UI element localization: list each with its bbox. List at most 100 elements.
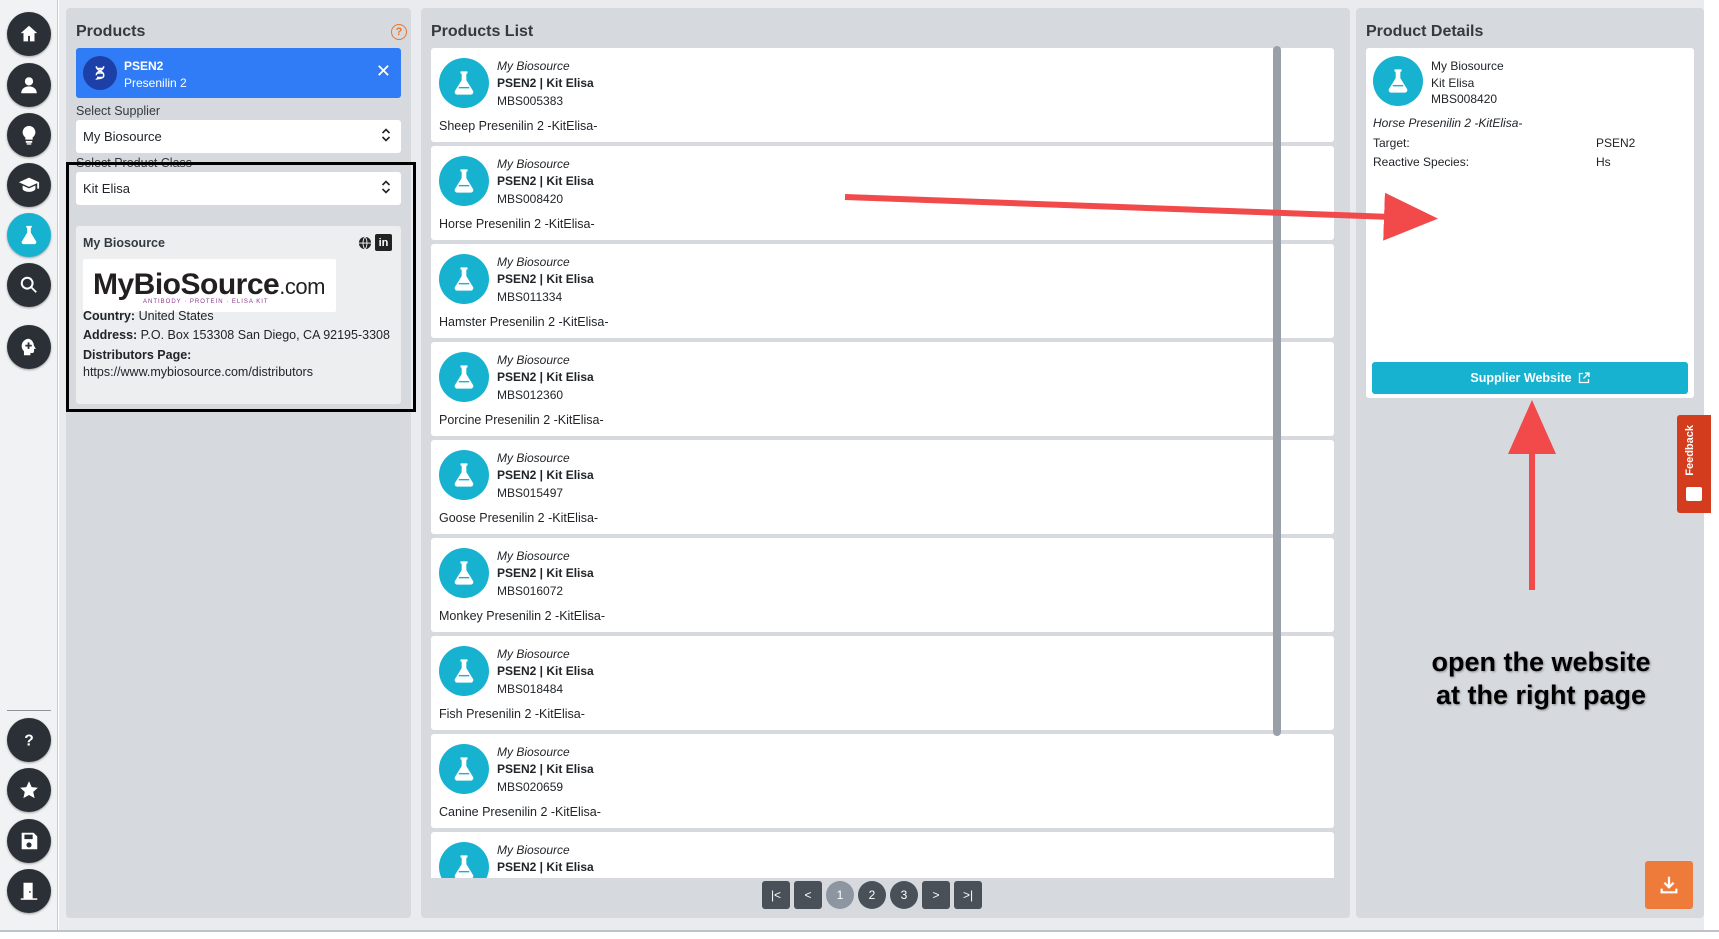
- product-title: PSEN2 | Kit Elisa: [497, 370, 594, 384]
- product-code: MBS015497: [497, 486, 564, 500]
- brain-icon[interactable]: [7, 325, 51, 369]
- product-title: PSEN2 | Kit Elisa: [497, 664, 594, 678]
- gene-symbol: PSEN2: [124, 59, 164, 73]
- question-circle-icon[interactable]: ?: [391, 24, 407, 40]
- detail-description: Horse Presenilin 2 -KitElisa-: [1373, 116, 1523, 130]
- product-supplier: My Biosource: [497, 157, 570, 171]
- product-supplier: My Biosource: [497, 549, 570, 563]
- class-select-label: Select Product Class: [76, 156, 193, 170]
- window-bottom-border: [0, 930, 1719, 932]
- supplier-website-button[interactable]: Supplier Website: [1372, 362, 1688, 394]
- product-title: PSEN2 | Kit Elisa: [497, 272, 594, 286]
- download-icon: [1660, 876, 1678, 894]
- product-description: Canine Presenilin 2 -KitElisa-: [439, 805, 601, 819]
- flask-icon: [439, 450, 489, 500]
- detail-species-value: Hs: [1596, 155, 1611, 169]
- list-scrollbar[interactable]: [1273, 46, 1281, 736]
- supplier-card: My Biosource in MyBioSource.com ANTIBODY…: [76, 226, 401, 404]
- product-card[interactable]: My Biosource PSEN2 | Kit Elisa MBS005383 Sh…: [431, 48, 1334, 142]
- product-description: Sheep Presenilin 2 -KitElisa-: [439, 119, 598, 133]
- rail-divider: [7, 710, 51, 711]
- product-card[interactable]: My Biosource PSEN2 | Kit Elisa MBS015497 Go…: [431, 440, 1334, 534]
- external-link-icon: [1578, 372, 1590, 384]
- product-description: Horse Presenilin 2 -KitElisa-: [439, 217, 595, 231]
- supplier-logo-tagline: ANTIBODY · PROTEIN · ELISA KIT: [143, 299, 269, 305]
- close-icon[interactable]: ✕: [376, 62, 391, 80]
- globe-icon[interactable]: [358, 236, 372, 250]
- product-code: MBS012360: [497, 388, 564, 402]
- first-page-button[interactable]: |<: [762, 881, 790, 909]
- products-list-panel: Products List My Biosource PSEN2 | Kit El…: [421, 8, 1350, 918]
- product-card[interactable]: My Biosource PSEN2 | Kit Elisa MBS011334 Ha…: [431, 244, 1334, 338]
- product-card[interactable]: My Biosource PSEN2 | Kit Elisa MBS018484 Fi…: [431, 636, 1334, 730]
- supplier-logo: MyBioSource.com ANTIBODY · PROTEIN · ELI…: [83, 259, 336, 312]
- selected-gene-chip[interactable]: PSEN2 Presenilin 2 ✕: [76, 48, 401, 98]
- product-title: PSEN2 | Kit Elisa: [497, 468, 594, 482]
- supplier-card-name: My Biosource: [83, 236, 165, 250]
- nav-rail: ?: [0, 0, 58, 930]
- flask-icon: [1373, 56, 1423, 106]
- product-title: PSEN2 | Kit Elisa: [497, 174, 594, 188]
- product-description: Goose Presenilin 2 -KitElisa-: [439, 511, 599, 525]
- prev-page-button[interactable]: <: [794, 881, 822, 909]
- product-description: Monkey Presenilin 2 -KitElisa-: [439, 609, 606, 623]
- product-code: MBS011334: [497, 290, 563, 304]
- product-supplier: My Biosource: [497, 843, 570, 857]
- detail-supplier: My Biosource: [1431, 59, 1504, 73]
- search-icon[interactable]: [7, 263, 51, 307]
- product-code: MBS018484: [497, 682, 564, 696]
- page-3-button[interactable]: 3: [890, 881, 918, 909]
- supplier-select-value: My Biosource: [83, 129, 162, 144]
- distributors-link[interactable]: https://www.mybiosource.com/distributors: [83, 365, 313, 379]
- linkedin-icon[interactable]: in: [375, 234, 392, 251]
- svg-text:?: ?: [24, 733, 34, 750]
- product-card[interactable]: My Biosource PSEN2 | Kit Elisa MBS016072 Mo…: [431, 538, 1334, 632]
- products-list[interactable]: My Biosource PSEN2 | Kit Elisa MBS005383 Sh…: [431, 48, 1334, 878]
- product-code: MBS020659: [497, 780, 564, 794]
- graduation-cap-icon[interactable]: [7, 163, 51, 207]
- product-card[interactable]: My Biosource PSEN2 | Kit Elisa MBS020659 Ca…: [431, 734, 1334, 828]
- product-description: Porcine Presenilin 2 -KitElisa-: [439, 413, 604, 427]
- product-details-panel: Product Details My Biosource Kit Elisa M…: [1356, 8, 1704, 918]
- home-icon[interactable]: [7, 12, 51, 56]
- main-area: Products ? PSEN2 Presenilin 2 ✕ Select S…: [59, 0, 1704, 930]
- user-icon[interactable]: [7, 63, 51, 107]
- product-title: PSEN2 | Kit Elisa: [497, 860, 594, 874]
- detail-target-label: Target:: [1373, 136, 1410, 150]
- product-supplier: My Biosource: [497, 353, 570, 367]
- product-class-select[interactable]: Kit Elisa: [76, 172, 401, 205]
- products-title: Products: [76, 23, 146, 40]
- help-icon[interactable]: ?: [7, 718, 51, 762]
- product-card[interactable]: My Biosource PSEN2 | Kit Elisa: [431, 832, 1334, 878]
- app-window: ? Products ? PSEN2 Presenilin 2 ✕ Select…: [0, 0, 1719, 939]
- save-icon[interactable]: [7, 819, 51, 863]
- download-button[interactable]: [1645, 861, 1693, 909]
- star-icon[interactable]: [7, 768, 51, 812]
- detail-target-value: PSEN2: [1596, 136, 1636, 150]
- feedback-tab[interactable]: Feedback: [1677, 415, 1711, 513]
- detail-class: Kit Elisa: [1431, 76, 1475, 90]
- next-page-button[interactable]: >: [922, 881, 950, 909]
- flask-icon: [439, 352, 489, 402]
- product-card[interactable]: My Biosource PSEN2 | Kit Elisa MBS008420 Ho…: [431, 146, 1334, 240]
- chevron-up-down-icon: [381, 128, 391, 142]
- product-title: PSEN2 | Kit Elisa: [497, 566, 594, 580]
- supplier-select[interactable]: My Biosource: [76, 120, 401, 153]
- annotation-text: open the website at the right page: [1431, 647, 1651, 710]
- flask-icon: [439, 156, 489, 206]
- flask-icon: [439, 646, 489, 696]
- product-card[interactable]: My Biosource PSEN2 | Kit Elisa MBS012360 Po…: [431, 342, 1334, 436]
- flask-icon: [439, 58, 489, 108]
- page-1-button[interactable]: 1: [826, 881, 854, 909]
- supplier-country: Country: United States: [83, 309, 214, 323]
- lightbulb-icon[interactable]: [7, 113, 51, 157]
- product-detail-card: My Biosource Kit Elisa MBS008420 Horse P…: [1366, 48, 1694, 398]
- detail-code: MBS008420: [1431, 92, 1498, 106]
- page-2-button[interactable]: 2: [858, 881, 886, 909]
- product-supplier: My Biosource: [497, 255, 570, 269]
- exit-door-icon[interactable]: [7, 869, 51, 913]
- chevron-up-down-icon: [381, 180, 391, 194]
- last-page-button[interactable]: >|: [954, 881, 982, 909]
- class-select-value: Kit Elisa: [83, 181, 130, 196]
- flask-icon[interactable]: [7, 213, 51, 257]
